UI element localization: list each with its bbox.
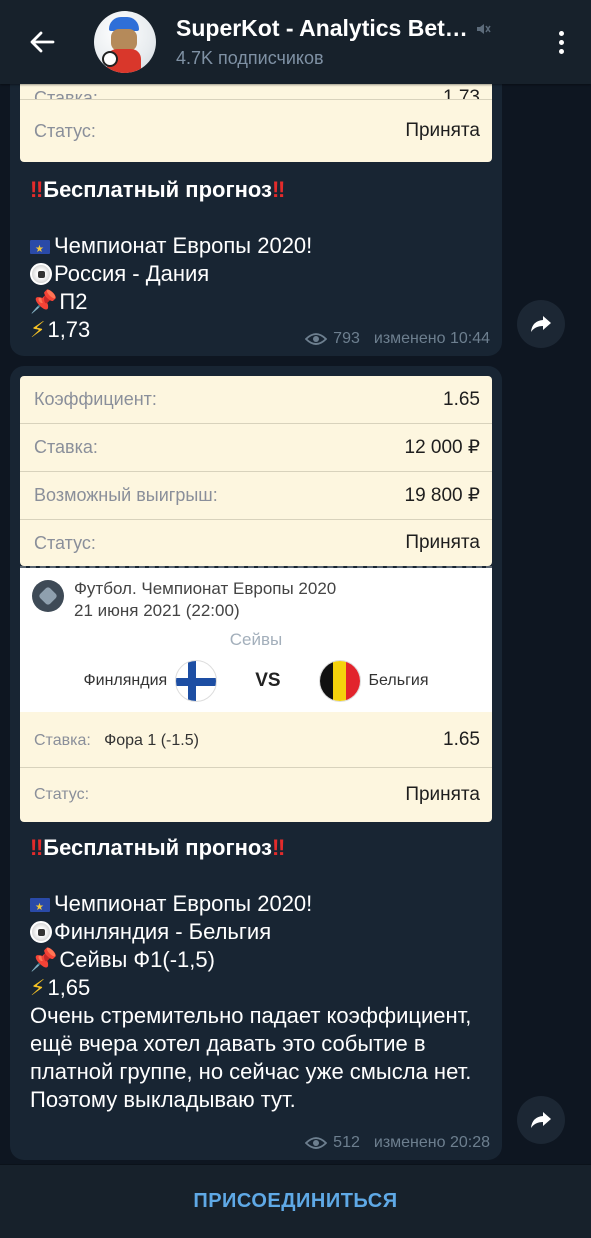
- receipt-value: 12 000 ₽: [404, 437, 480, 458]
- chat-header: SuperKot - Analytics Bet… 4.7K подписчик…: [0, 0, 591, 84]
- join-bar: ПРИСОЕДИНИТЬСЯ: [0, 1164, 591, 1238]
- more-menu-button[interactable]: [531, 0, 591, 84]
- pushpin-icon: 📌: [30, 289, 58, 314]
- view-count: 512: [333, 1134, 360, 1151]
- match-date: 21 июня 2021 (22:00): [74, 601, 240, 620]
- receipt-label: Коэффициент:: [34, 389, 157, 409]
- eye-icon: [305, 333, 328, 345]
- free-tip-heading: Бесплатный прогноз: [43, 177, 272, 202]
- football-league-icon: [32, 580, 64, 612]
- lightning-icon: ⚡: [30, 317, 46, 342]
- pick-line: Сейвы Ф1(-1,5): [59, 947, 215, 972]
- share-arrow-icon: [531, 1112, 551, 1128]
- league-name: Футбол. Чемпионат Европы 2020: [74, 579, 337, 598]
- channel-title: SuperKot - Analytics Bet…: [176, 15, 468, 41]
- soccer-ball-icon: [30, 263, 52, 285]
- receipt-row-stake: Ставка: 12 000 ₽: [20, 424, 492, 472]
- comment-text: Очень стремительно падает коэффициент, е…: [30, 1003, 472, 1112]
- team2-name: Бельгия: [368, 672, 429, 689]
- receipt-label: Ставка:: [34, 437, 98, 457]
- soccer-ball-icon: [30, 921, 52, 943]
- receipt-value: 1.65: [443, 388, 480, 410]
- share-button[interactable]: [517, 300, 565, 348]
- join-button[interactable]: ПРИСОЕДИНИТЬСЯ: [193, 1190, 397, 1213]
- edited-time: изменено 20:28: [373, 1134, 490, 1151]
- receipt-label: Статус:: [34, 120, 96, 141]
- match-line: Россия - Дания: [54, 261, 210, 286]
- receipt-value: Принята: [405, 532, 480, 553]
- share-button[interactable]: [517, 1096, 565, 1144]
- odds-line: 1,65: [47, 975, 91, 1000]
- team1-name: Финляндия: [83, 672, 168, 689]
- market-name: Сейвы: [229, 630, 283, 649]
- pushpin-icon: 📌: [30, 947, 58, 972]
- match-card: Футбол. Чемпионат Европы 2020 21 июня 20…: [20, 568, 492, 712]
- tournament-line: Чемпионат Европы 2020!: [54, 891, 313, 916]
- receipt-row-status: Статус: Принята: [20, 520, 492, 566]
- more-vertical-icon: [558, 30, 564, 54]
- bet-market: Фора 1 (-1.5): [104, 731, 199, 749]
- message-bubble: Ставка: 1.73 Статус: Принята ‼Бесплатный…: [10, 84, 502, 356]
- message-meta: 793 изменено 10:44: [305, 330, 490, 348]
- receipt-value: 19 800 ₽: [404, 485, 480, 506]
- channel-info[interactable]: SuperKot - Analytics Bet… 4.7K подписчик…: [176, 15, 531, 69]
- view-count: 793: [333, 330, 360, 347]
- match-line: Финляндия - Бельгия: [54, 919, 272, 944]
- odds-line: 1,73: [47, 317, 91, 342]
- double-exclamation-icon: ‼: [30, 177, 44, 202]
- receipt-row-odds: Коэффициент: 1.65: [20, 376, 492, 424]
- subscriber-count: 4.7K подписчиков: [176, 48, 324, 68]
- message-meta: 512 изменено 20:28: [305, 1134, 490, 1152]
- receipt-label: Ставка:: [34, 731, 91, 749]
- eu-flag-icon: [30, 894, 50, 922]
- mute-icon: [476, 23, 491, 34]
- receipt-row-status: Статус: Принята: [20, 100, 492, 162]
- receipt-label: Ставка:: [34, 88, 98, 100]
- message-text: ‼Бесплатный прогноз‼ Чемпионат Европы 20…: [10, 176, 502, 344]
- message-bubble: Коэффициент: 1.65 Ставка: 12 000 ₽ Возмо…: [10, 366, 502, 1160]
- receipt-value: 1.65: [443, 728, 480, 750]
- bet-receipt: Коэффициент: 1.65 Ставка: 12 000 ₽ Возмо…: [20, 376, 492, 566]
- receipt-row-payout: Возможный выигрыш: 19 800 ₽: [20, 472, 492, 520]
- back-button[interactable]: [0, 0, 84, 84]
- pick-line: П2: [59, 289, 88, 314]
- receipt-row-bet: Ставка: Фора 1 (-1.5) 1.65: [20, 712, 492, 768]
- receipt-label: Возможный выигрыш:: [34, 485, 218, 505]
- eu-flag-icon: [30, 236, 50, 264]
- receipt-label: Статус:: [34, 786, 90, 803]
- bet-receipt-bottom: Ставка: Фора 1 (-1.5) 1.65 Статус: Приня…: [20, 712, 492, 822]
- eye-icon: [305, 1137, 328, 1149]
- double-exclamation-icon: ‼: [30, 835, 44, 860]
- bet-receipt: Ставка: 1.73 Статус: Принята: [20, 84, 492, 162]
- lightning-icon: ⚡: [30, 975, 46, 1000]
- versus-label: VS: [255, 670, 281, 691]
- belgium-flag-icon: [318, 660, 361, 702]
- receipt-row-status: Статус: Принята: [20, 768, 492, 822]
- finland-flag-icon: [175, 660, 218, 702]
- edited-time: изменено 10:44: [373, 330, 490, 347]
- double-exclamation-icon: ‼: [271, 835, 286, 860]
- receipt-value: Принята: [405, 784, 480, 805]
- channel-avatar[interactable]: [94, 11, 156, 73]
- teams-row: Финляндия VS Бельгия: [20, 650, 492, 712]
- free-tip-heading: Бесплатный прогноз: [43, 835, 272, 860]
- receipt-label: Статус:: [34, 532, 96, 553]
- receipt-value: 1.73: [443, 87, 480, 100]
- message-text: ‼Бесплатный прогноз‼ Чемпионат Европы 20…: [10, 834, 502, 1114]
- double-exclamation-icon: ‼: [271, 177, 286, 202]
- arrow-left-icon: [30, 31, 55, 53]
- share-arrow-icon: [531, 316, 551, 332]
- receipt-value: Принята: [405, 120, 480, 141]
- message-list[interactable]: Ставка: 1.73 Статус: Принята ‼Бесплатный…: [0, 84, 591, 1164]
- tournament-line: Чемпионат Европы 2020!: [54, 233, 313, 258]
